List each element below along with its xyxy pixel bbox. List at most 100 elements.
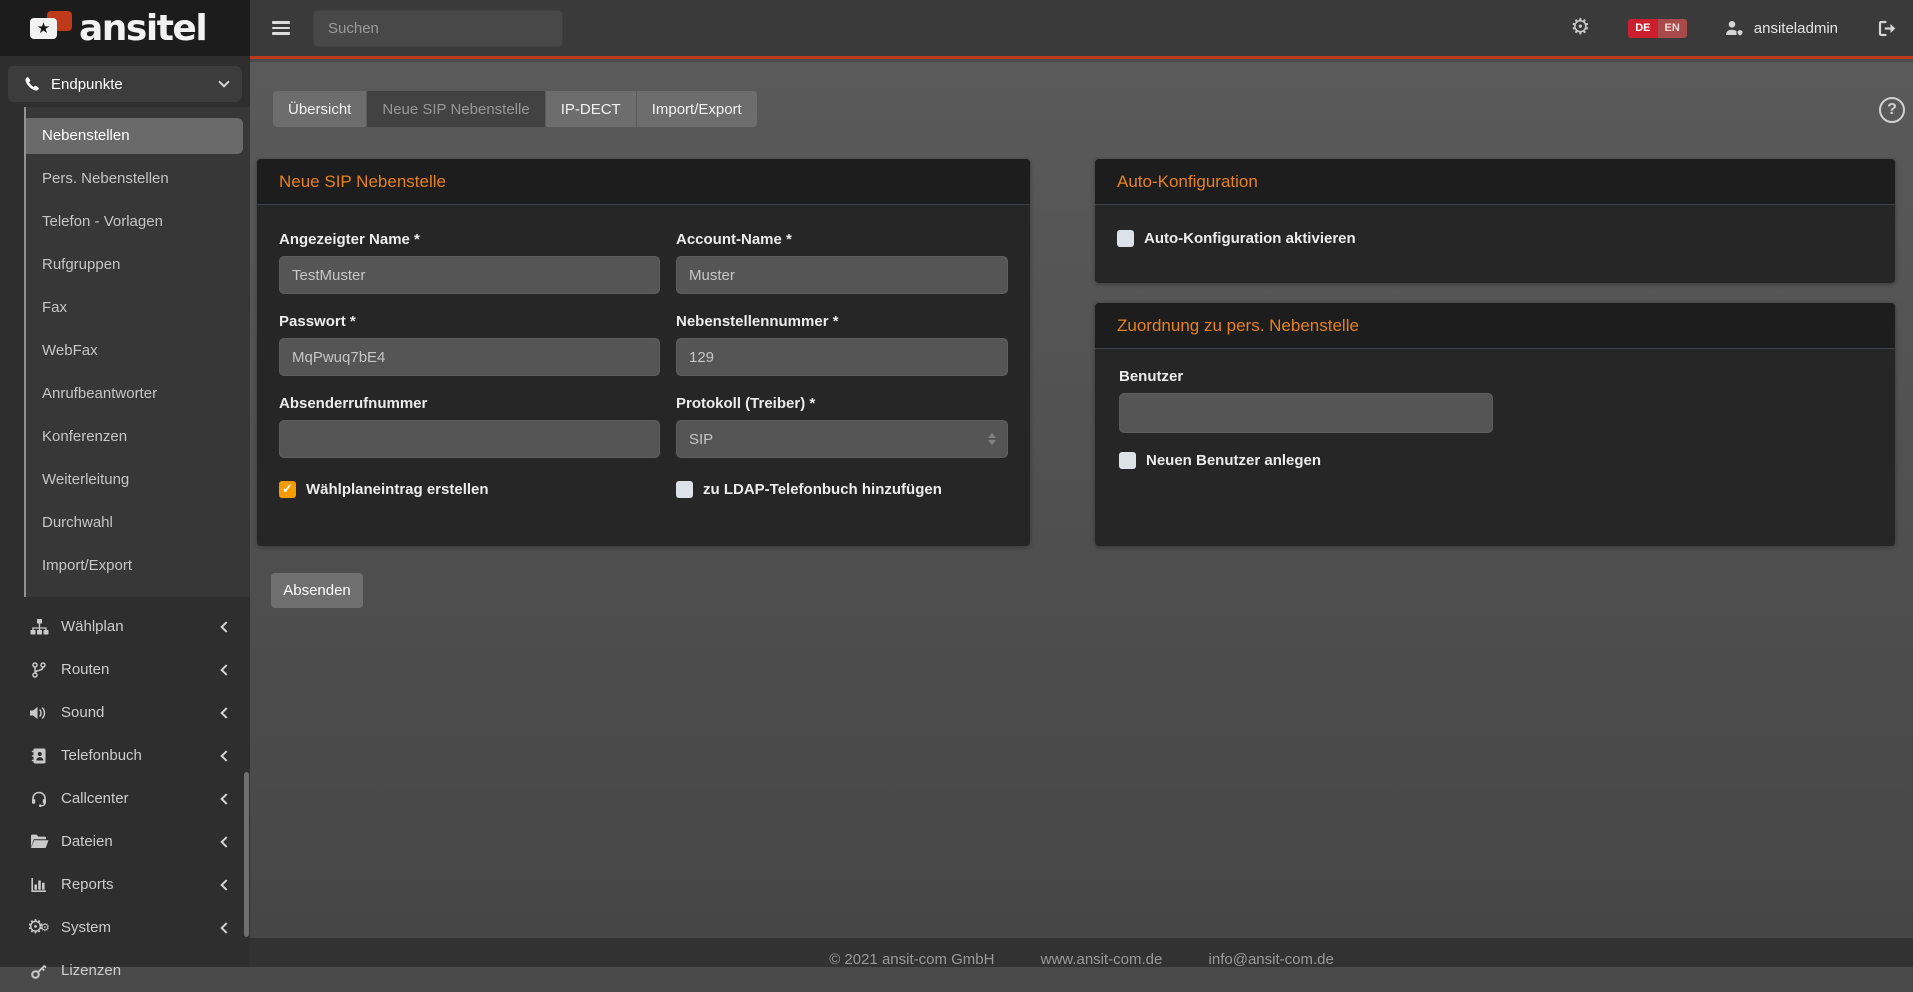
sidebar-item-system[interactable]: ⚙⚙ System — [0, 906, 250, 949]
panel-auto-config: Auto-Konfiguration Auto-Konfiguration ak… — [1095, 159, 1895, 283]
chevron-left-icon — [220, 750, 231, 761]
absenderrufnummer-input[interactable] — [279, 420, 660, 458]
protokoll-select[interactable]: SIP — [676, 420, 1008, 458]
checkbox-unchecked-icon[interactable] — [1117, 230, 1134, 247]
sidebar-item-durchwahl[interactable]: Durchwahl — [26, 505, 243, 541]
headset-icon — [28, 791, 50, 807]
chevron-left-icon — [220, 707, 231, 718]
ldap-checkbox-row[interactable]: zu LDAP-Telefonbuch hinzufügen — [676, 481, 1008, 498]
star-icon: ★ — [30, 18, 57, 39]
chevron-left-icon — [220, 879, 231, 890]
bar-chart-icon — [28, 877, 50, 893]
sidebar-scrollbar[interactable] — [244, 772, 249, 937]
search-input[interactable] — [313, 10, 563, 47]
sidebar-item-rufgruppen[interactable]: Rufgruppen — [26, 247, 243, 283]
sidebar-item-sound[interactable]: Sound — [0, 691, 250, 734]
address-book-icon — [28, 748, 50, 764]
field-label-passwort: Passwort * — [279, 313, 660, 330]
user-menu[interactable]: ansiteladmin — [1724, 20, 1838, 37]
tab-neue-sip-nebenstelle[interactable]: Neue SIP Nebenstelle — [367, 91, 545, 127]
auto-config-checkbox-row[interactable]: Auto-Konfiguration aktivieren — [1117, 230, 1873, 247]
panel-new-sip: Neue SIP Nebenstelle Angezeigter Name * … — [257, 159, 1030, 546]
sidebar-item-waehlplan[interactable]: Wählplan — [0, 605, 250, 648]
checkbox-unchecked-icon[interactable] — [1119, 452, 1136, 469]
footer-email-link[interactable]: info@ansit-com.de — [1209, 951, 1334, 967]
submit-button[interactable]: Absenden — [271, 573, 363, 608]
footer-copyright: © 2021 ansit-com GmbH — [829, 951, 994, 967]
sidebar-item-import-export[interactable]: Import/Export — [26, 548, 243, 584]
footer-website-link[interactable]: www.ansit-com.de — [1041, 951, 1163, 967]
sidebar-group-label: Endpunkte — [51, 76, 123, 93]
tab-bar: Übersicht Neue SIP Nebenstelle IP-DECT I… — [273, 91, 757, 127]
brand-name: ansitel — [79, 8, 206, 49]
angezeigter-name-input[interactable] — [279, 256, 660, 294]
route-branch-icon — [28, 662, 50, 678]
sidebar-item-telefon-vorlagen[interactable]: Telefon - Vorlagen — [26, 204, 243, 240]
field-label-protokoll: Protokoll (Treiber) * — [676, 395, 1008, 412]
benutzer-input[interactable] — [1119, 393, 1493, 433]
phone-icon — [22, 76, 42, 92]
waehlplaneintrag-checkbox-row[interactable]: Wählplaneintrag erstellen — [279, 481, 676, 498]
username: ansiteladmin — [1754, 20, 1838, 37]
tab-uebersicht[interactable]: Übersicht — [273, 91, 367, 127]
select-sort-icon — [988, 433, 996, 445]
lang-de-button[interactable]: DE — [1628, 19, 1657, 38]
folder-open-icon — [28, 834, 50, 849]
sidebar-item-routen[interactable]: Routen — [0, 648, 250, 691]
sidebar-item-konferenzen[interactable]: Konferenzen — [26, 419, 243, 455]
topbar: ⚙ DE EN ansiteladmin — [250, 0, 1913, 59]
sidebar-item-telefonbuch[interactable]: Telefonbuch — [0, 734, 250, 777]
panel-title: Neue SIP Nebenstelle — [257, 159, 1030, 205]
panel-title: Auto-Konfiguration — [1095, 159, 1895, 205]
tab-ip-dect[interactable]: IP-DECT — [546, 91, 637, 127]
field-label-account-name: Account-Name * — [676, 231, 1008, 248]
sidebar-item-webfax[interactable]: WebFax — [26, 333, 243, 369]
sidebar-item-nebenstellen[interactable]: Nebenstellen — [26, 118, 243, 154]
tab-import-export[interactable]: Import/Export — [637, 91, 757, 127]
account-name-input[interactable] — [676, 256, 1008, 294]
sitemap-icon — [28, 619, 50, 635]
logout-icon[interactable] — [1878, 20, 1897, 37]
volume-icon — [28, 705, 50, 721]
help-icon[interactable]: ? — [1879, 97, 1905, 123]
chevron-left-icon — [220, 793, 231, 804]
checkbox-checked-icon[interactable] — [279, 481, 296, 498]
gears-icon: ⚙⚙ — [28, 919, 50, 937]
sidebar-item-callcenter[interactable]: Callcenter — [0, 777, 250, 820]
brand-logo-icon: ★ — [30, 9, 74, 47]
sidebar-item-dateien[interactable]: Dateien — [0, 820, 250, 863]
sidebar-item-anrufbeantworter[interactable]: Anrufbeantworter — [26, 376, 243, 412]
chevron-left-icon — [220, 621, 231, 632]
chevron-left-icon — [220, 836, 231, 847]
menu-toggle-button[interactable] — [272, 18, 290, 38]
settings-gear-icon[interactable]: ⚙ — [1570, 17, 1590, 39]
chevron-left-icon — [220, 922, 231, 933]
sidebar-item-fax[interactable]: Fax — [26, 290, 243, 326]
panel-title: Zuordnung zu pers. Nebenstelle — [1095, 303, 1895, 349]
main-content: Übersicht Neue SIP Nebenstelle IP-DECT I… — [250, 62, 1913, 938]
chevron-down-icon — [218, 76, 229, 87]
chevron-left-icon — [220, 664, 231, 675]
field-label-benutzer: Benutzer — [1119, 368, 1871, 385]
sidebar-item-pers-nebenstellen[interactable]: Pers. Nebenstellen — [26, 161, 243, 197]
lang-en-button[interactable]: EN — [1658, 19, 1687, 38]
user-shield-icon — [1724, 20, 1745, 36]
sidebar-item-reports[interactable]: Reports — [0, 863, 250, 906]
footer: © 2021 ansit-com GmbH www.ansit-com.de i… — [250, 938, 1913, 967]
sidebar-item-lizenzen[interactable]: Lizenzen — [0, 949, 250, 992]
sidebar-item-weiterleitung[interactable]: Weiterleitung — [26, 462, 243, 498]
sidebar: ★ ansitel Endpunkte Nebenstellen Pers. N… — [0, 0, 250, 967]
panel-assignment: Zuordnung zu pers. Nebenstelle Benutzer … — [1095, 303, 1895, 546]
field-label-angezeigter-name: Angezeigter Name * — [279, 231, 660, 248]
sidebar-item-endpunkte[interactable]: Endpunkte — [8, 66, 242, 102]
sidebar-submenu: Nebenstellen Pers. Nebenstellen Telefon … — [24, 107, 250, 597]
passwort-input[interactable] — [279, 338, 660, 376]
neuen-benutzer-checkbox-row[interactable]: Neuen Benutzer anlegen — [1119, 452, 1871, 469]
field-label-nebenstellennummer: Nebenstellennummer * — [676, 313, 1008, 330]
field-label-absenderrufnummer: Absenderrufnummer — [279, 395, 660, 412]
nebenstellennummer-input[interactable] — [676, 338, 1008, 376]
key-icon — [28, 963, 50, 979]
brand-logo[interactable]: ★ ansitel — [0, 0, 250, 56]
language-switcher: DE EN — [1628, 19, 1687, 38]
checkbox-unchecked-icon[interactable] — [676, 481, 693, 498]
